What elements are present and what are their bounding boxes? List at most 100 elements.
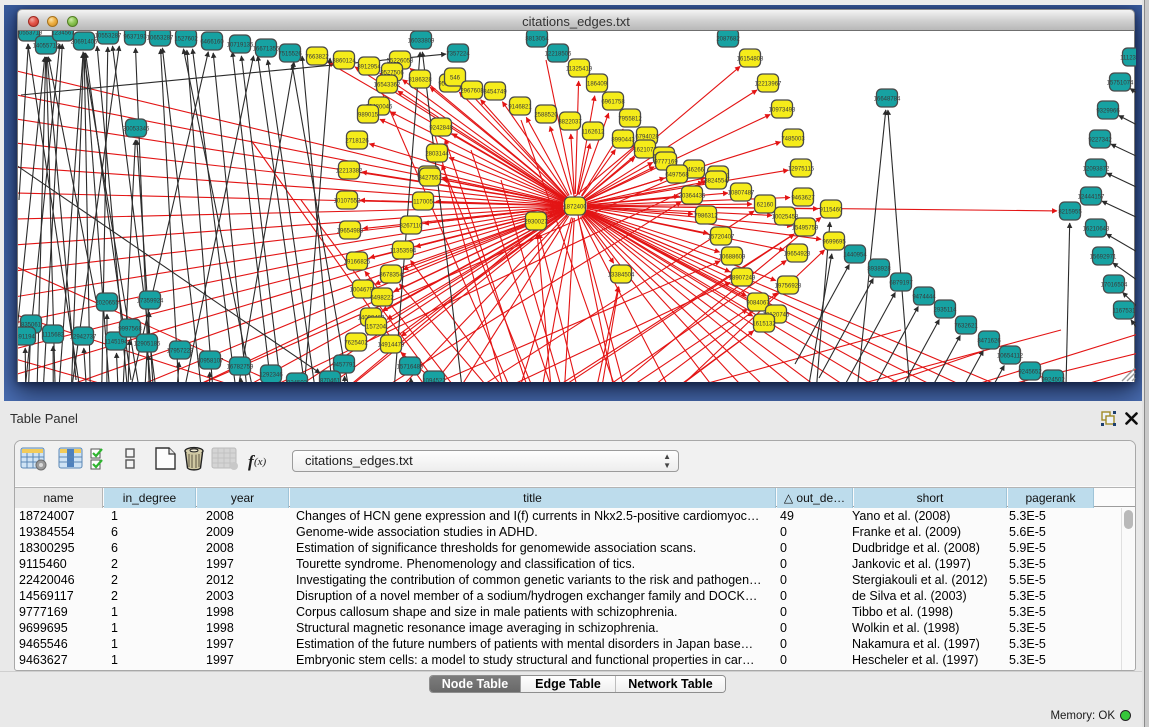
svg-text:16033809: 16033809 (408, 39, 435, 45)
svg-text:17016504: 17016504 (1101, 283, 1128, 289)
svg-text:12213967: 12213967 (755, 82, 782, 88)
svg-text:924502: 924502 (287, 381, 308, 383)
svg-text:13384504: 13384504 (608, 273, 635, 279)
svg-text:10719135: 10719135 (227, 43, 254, 49)
svg-text:62160: 62160 (757, 203, 774, 209)
svg-text:8912954: 8912954 (357, 65, 381, 71)
svg-text:8938928: 8938928 (867, 267, 891, 273)
svg-text:9146821: 9146821 (508, 105, 532, 111)
svg-text:8186328: 8186328 (408, 78, 432, 84)
svg-text:16154808: 16154808 (737, 57, 764, 63)
svg-text:10107552: 10107552 (334, 199, 361, 205)
svg-text:19166825: 19166825 (344, 260, 371, 266)
svg-text:16782759: 16782759 (227, 365, 254, 371)
svg-text:9329966: 9329966 (1096, 109, 1120, 115)
svg-text:8678354: 8678354 (379, 273, 403, 279)
svg-text:2718126: 2718126 (345, 139, 369, 145)
svg-text:1872400: 1872400 (563, 205, 587, 211)
svg-text:7663822: 7663822 (305, 55, 329, 61)
svg-text:10553287: 10553287 (95, 34, 122, 40)
svg-text:19756928: 19756928 (775, 284, 802, 290)
svg-text:12093872: 12093872 (1083, 167, 1110, 173)
svg-text:1615132: 1615132 (752, 322, 776, 328)
svg-text:3824554: 3824554 (704, 179, 728, 185)
svg-text:9997568: 9997568 (118, 327, 142, 333)
svg-text:15716485: 15716485 (397, 365, 424, 371)
svg-text:9084067: 9084067 (746, 301, 770, 307)
svg-text:14055714: 14055714 (33, 44, 60, 50)
svg-text:8427552: 8427552 (418, 176, 442, 182)
svg-text:7632621: 7632621 (954, 324, 978, 330)
svg-text:8990443: 8990443 (611, 138, 635, 144)
svg-text:989015: 989015 (358, 113, 379, 119)
svg-text:16210643: 16210643 (1083, 227, 1110, 233)
svg-text:11325419: 11325419 (566, 67, 593, 73)
svg-text:10973493: 10973493 (769, 108, 796, 114)
svg-text:15720407: 15720407 (708, 235, 735, 241)
svg-text:(x): (x) (254, 456, 267, 468)
svg-text:8267110: 8267110 (400, 224, 424, 230)
svg-text:1234567: 1234567 (51, 31, 75, 37)
svg-text:1115682: 1115682 (42, 333, 65, 339)
svg-text:9242848: 9242848 (429, 126, 453, 132)
svg-text:9637193: 9637193 (123, 35, 147, 41)
svg-text:5498222: 5498222 (370, 296, 394, 302)
svg-text:1167531: 1167531 (1113, 309, 1136, 315)
svg-text:9245652: 9245652 (1018, 370, 1042, 376)
svg-text:9115460: 9115460 (820, 208, 844, 214)
svg-text:7625402: 7625402 (344, 341, 368, 347)
svg-text:7485003: 7485003 (781, 137, 805, 143)
svg-text:19654923: 19654923 (784, 252, 811, 258)
svg-text:8822037: 8822037 (558, 120, 582, 126)
svg-text:8471626: 8471626 (977, 339, 1001, 345)
svg-text:11123452: 11123452 (1120, 56, 1136, 62)
svg-text:19654983: 19654983 (337, 229, 364, 235)
svg-text:12444157: 12444157 (1078, 195, 1105, 201)
svg-text:20364436: 20364436 (679, 194, 706, 200)
svg-text:16543362: 16543362 (374, 83, 401, 89)
svg-text:2935114: 2935114 (934, 308, 958, 314)
svg-text:8813054: 8813054 (525, 37, 549, 43)
svg-text:391194: 391194 (18, 335, 35, 341)
svg-text:10025458: 10025458 (772, 215, 799, 221)
svg-text:6497568: 6497568 (665, 173, 689, 179)
svg-text:10807487: 10807487 (728, 191, 755, 197)
svg-text:12213382: 12213382 (336, 169, 363, 175)
svg-text:15495759: 15495759 (792, 226, 819, 232)
svg-text:16648784: 16648784 (874, 97, 901, 103)
svg-text:16671355: 16671355 (253, 47, 280, 53)
svg-text:9924502: 9924502 (1041, 378, 1065, 383)
svg-text:12975115: 12975115 (788, 167, 815, 173)
svg-text:10688609: 10688609 (719, 255, 746, 261)
svg-text:2087682: 2087682 (716, 37, 740, 43)
svg-text:20053346: 20053346 (123, 127, 150, 133)
svg-text:2803144: 2803144 (425, 152, 449, 158)
svg-text:1094522: 1094522 (422, 379, 446, 383)
svg-text:6961758: 6961758 (601, 100, 625, 106)
svg-text:9474444: 9474444 (912, 295, 936, 301)
svg-text:1292346: 1292346 (259, 373, 283, 379)
svg-text:17957223: 17957223 (167, 349, 194, 355)
svg-text:7986312: 7986312 (694, 214, 718, 220)
svg-text:1527602: 1527602 (174, 37, 198, 43)
svg-text:186409: 186409 (587, 82, 608, 88)
svg-text:2930027: 2930027 (524, 220, 548, 226)
svg-text:6466160: 6466160 (200, 40, 224, 46)
svg-text:8860124: 8860124 (332, 59, 356, 65)
svg-text:9699695: 9699695 (822, 240, 846, 246)
svg-text:870461: 870461 (320, 379, 341, 383)
svg-text:10653287: 10653287 (147, 36, 174, 42)
svg-text:8454749: 8454749 (483, 90, 507, 96)
svg-text:2967608: 2967608 (460, 89, 484, 95)
svg-text:7515526: 7515526 (278, 52, 302, 58)
svg-text:546: 546 (450, 76, 461, 82)
svg-text:8215955: 8215955 (1058, 210, 1082, 216)
svg-text:2020655: 2020655 (95, 301, 119, 307)
svg-text:12905185: 12905185 (134, 342, 161, 348)
svg-text:11353594: 11353594 (390, 249, 417, 255)
svg-text:9463627: 9463627 (791, 196, 815, 202)
svg-text:157204: 157204 (366, 325, 387, 331)
svg-text:7357224: 7357224 (446, 52, 470, 58)
svg-text:6879197: 6879197 (889, 281, 913, 287)
svg-text:117005: 117005 (413, 200, 433, 206)
